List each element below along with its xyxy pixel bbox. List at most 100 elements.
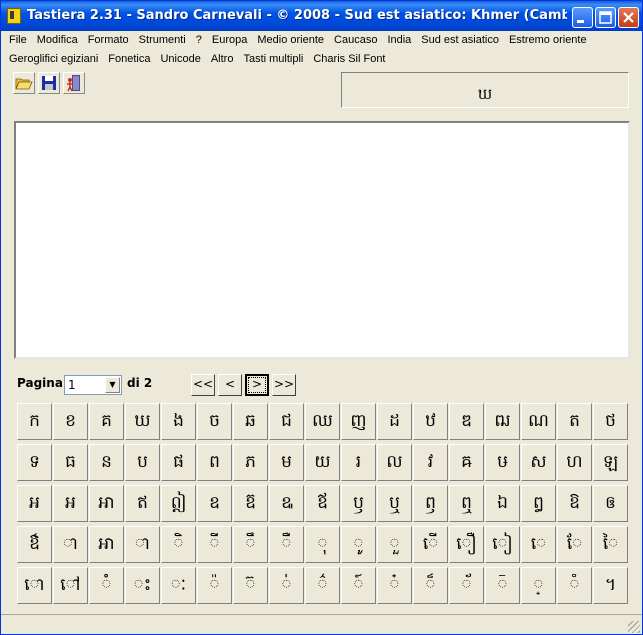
key-button[interactable]: យ [305,444,340,481]
key-button[interactable]: រ [341,444,376,481]
next-page-button[interactable]: > [245,374,269,396]
key-button[interactable]: ឆ [233,403,268,440]
open-button[interactable] [13,72,35,94]
key-button[interactable]: ៃ [593,526,628,563]
menu-india[interactable]: India [382,31,416,49]
key-button[interactable]: ឦ [161,485,196,522]
close-button[interactable] [618,7,639,28]
save-button[interactable] [38,72,60,94]
maximize-button[interactable] [595,7,616,28]
key-button[interactable]: ឋ [413,403,448,440]
key-button[interactable]: ឳ [17,526,52,563]
key-button[interactable]: ឪ [305,485,340,522]
menu-help[interactable]: ? [191,31,207,49]
key-button[interactable]: ៑ [485,567,520,604]
key-button[interactable]: ំ [89,567,124,604]
key-button[interactable]: ែ [557,526,592,563]
key-button[interactable]: ៀ [485,526,520,563]
key-button[interactable]: ញ [341,403,376,440]
menu-medio-oriente[interactable]: Medio oriente [252,31,329,49]
key-button[interactable]: ព [197,444,232,481]
menu-modifica[interactable]: Modifica [32,31,83,49]
last-page-button[interactable]: >> [272,374,296,396]
key-button[interactable]: ហ [557,444,592,481]
menu-formato[interactable]: Formato [83,31,134,49]
key-button[interactable]: ។ [593,567,628,604]
menu-europa[interactable]: Europa [207,31,252,49]
menu-file[interactable]: File [4,31,32,49]
chevron-down-icon[interactable]: ▼ [105,377,120,393]
key-button[interactable]: ឬ [377,485,412,522]
key-button[interactable]: ឡ [593,444,628,481]
key-button[interactable]: ា [53,526,88,563]
menu-estremo-oriente[interactable]: Estremo oriente [504,31,592,49]
key-button[interactable]: អ [17,485,52,522]
key-button[interactable]: ឹ [233,526,268,563]
key-button[interactable]: ឰ [521,485,556,522]
key-button[interactable]: ប [125,444,160,481]
key-button[interactable]: ្ [521,567,556,604]
key-button[interactable]: ឤ [89,526,124,563]
key-button[interactable]: ឺ [269,526,304,563]
minimize-button[interactable] [572,7,593,28]
text-editor[interactable] [14,121,630,359]
key-button[interactable]: ឫ [341,485,376,522]
key-button[interactable]: ះ [125,567,160,604]
key-button[interactable]: ណ [521,403,556,440]
key-button[interactable]: គ [89,403,124,440]
menu-fonetica[interactable]: Fonetica [103,50,155,68]
key-button[interactable]: ឌ [449,403,484,440]
key-button[interactable]: ខ [53,403,88,440]
menu-geroglifici-egiziani[interactable]: Geroglifici egiziani [4,50,103,68]
key-button[interactable]: ទ [17,444,52,481]
key-button[interactable]: ឝ [449,444,484,481]
key-button[interactable]: ឍ [485,403,520,440]
key-button[interactable]: ច [197,403,232,440]
menu-sud-est-asiatico[interactable]: Sud est asiatico [416,31,504,49]
key-button[interactable]: ល [377,444,412,481]
key-button[interactable]: ឯ [485,485,520,522]
key-button[interactable]: ភ [233,444,268,481]
exit-button[interactable] [63,72,85,94]
key-button[interactable]: ត [557,403,592,440]
key-button[interactable]: ៍ [341,567,376,604]
key-button[interactable]: ឩ [269,485,304,522]
menu-strumenti[interactable]: Strumenti [134,31,191,49]
key-button[interactable]: ផ [161,444,196,481]
key-button[interactable]: ៉ [197,567,232,604]
menu-charis-sil-font[interactable]: Charis Sil Font [308,50,390,68]
key-button[interactable]: ៊ [233,567,268,604]
key-button[interactable]: េ [521,526,556,563]
key-button[interactable]: ឧ [197,485,232,522]
key-button[interactable]: ា [125,526,160,563]
key-button[interactable]: ឱ [557,485,592,522]
key-button[interactable]: ធ [53,444,88,481]
key-button[interactable]: ឞ [485,444,520,481]
menu-tasti-multipli[interactable]: Tasti multipli [238,50,308,68]
key-button[interactable]: ឿ [449,526,484,563]
key-button[interactable]: ិ [161,526,196,563]
key-button[interactable]: ដ [377,403,412,440]
app-icon[interactable] [7,8,21,24]
key-button[interactable]: ឲ [593,485,628,522]
menu-altro[interactable]: Altro [206,50,239,68]
key-button[interactable]: ោ [17,567,52,604]
key-button[interactable]: ៓ [557,567,592,604]
key-button[interactable]: ុ [305,526,340,563]
key-button[interactable]: ឨ [233,485,268,522]
key-button[interactable]: ម [269,444,304,481]
key-button[interactable]: ជ [269,403,304,440]
prev-page-button[interactable]: < [218,374,242,396]
key-button[interactable]: ៌ [305,567,340,604]
menu-unicode[interactable]: Unicode [155,50,205,68]
key-button[interactable]: ៅ [53,567,88,604]
key-button[interactable]: ក [17,403,52,440]
key-button[interactable]: ់ [269,567,304,604]
key-button[interactable]: វ [413,444,448,481]
key-button[interactable]: ័ [449,567,484,604]
key-button[interactable]: ឣ [53,485,88,522]
first-page-button[interactable]: << [191,374,215,396]
key-button[interactable]: ឈ [305,403,340,440]
key-button[interactable]: ឮ [449,485,484,522]
key-button[interactable]: ី [197,526,232,563]
